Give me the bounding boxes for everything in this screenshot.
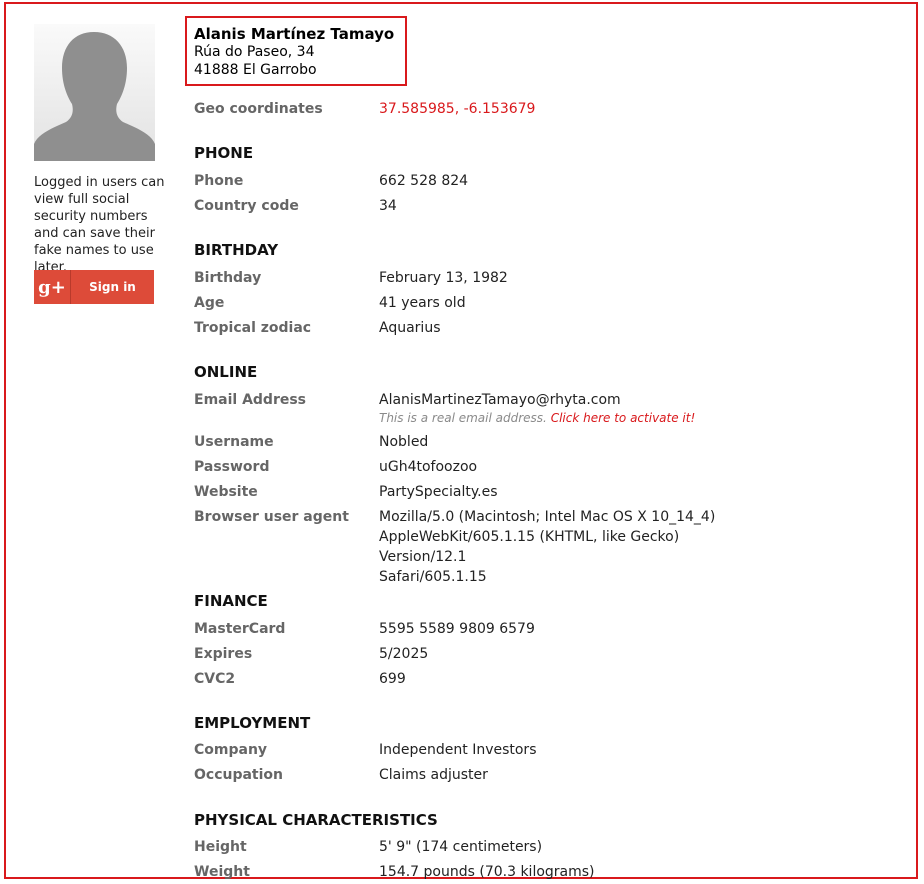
signin-label: Sign in: [89, 280, 136, 294]
age-value: 41 years old: [379, 295, 466, 311]
cvc-label: CVC2: [194, 671, 236, 687]
birthday-value: February 13, 1982: [379, 270, 508, 286]
user-agent-label: Browser user agent: [194, 509, 349, 525]
weight-value: 154.7 pounds (70.3 kilograms): [379, 864, 595, 880]
occupation-value: Claims adjuster: [379, 767, 488, 783]
username-label: Username: [194, 434, 274, 450]
email-note: This is a real email address. Click here…: [379, 411, 695, 425]
expires-value: 5/2025: [379, 646, 429, 662]
google-signin-button[interactable]: g+ Sign in: [34, 270, 154, 304]
card-value: 5595 5589 9809 6579: [379, 621, 535, 637]
employment-header: EMPLOYMENT: [194, 714, 311, 732]
height-label: Height: [194, 839, 247, 855]
expires-label: Expires: [194, 646, 253, 662]
avatar-placeholder-icon: [34, 24, 155, 161]
physical-header: PHYSICAL CHARACTERISTICS: [194, 811, 438, 829]
country-code-value: 34: [379, 198, 397, 214]
city-address: 41888 El Garrobo: [194, 62, 317, 78]
height-value: 5' 9" (174 centimeters): [379, 839, 543, 855]
country-code-label: Country code: [194, 198, 299, 214]
company-label: Company: [194, 742, 268, 758]
email-label: Email Address: [194, 392, 307, 408]
geo-label: Geo coordinates: [194, 101, 323, 117]
email-note-text: This is a real email address.: [379, 411, 547, 425]
user-agent-line: Safari/605.1.15: [379, 569, 487, 585]
password-label: Password: [194, 459, 270, 475]
zodiac-value: Aquarius: [379, 320, 441, 336]
birthday-label: Birthday: [194, 270, 262, 286]
phone-label: Phone: [194, 173, 244, 189]
username-value: Nobled: [379, 434, 429, 450]
google-plus-icon: g+: [34, 270, 71, 304]
phone-header: PHONE: [194, 144, 254, 162]
password-value: uGh4tofoozoo: [379, 459, 478, 475]
geo-value-link[interactable]: 37.585985, -6.153679: [379, 101, 535, 117]
cvc-value: 699: [379, 671, 406, 687]
user-agent-line: AppleWebKit/605.1.15 (KHTML, like Gecko)…: [379, 529, 680, 565]
street-address: Rúa do Paseo, 34: [194, 44, 315, 60]
login-note: Logged in users can view full social sec…: [34, 175, 165, 275]
email-value: AlanisMartinezTamayo@rhyta.com: [379, 392, 621, 408]
occupation-label: Occupation: [194, 767, 284, 783]
person-name: Alanis Martínez Tamayo: [194, 25, 395, 43]
finance-header: FINANCE: [194, 592, 268, 610]
website-value: PartySpecialty.es: [379, 484, 498, 500]
phone-value: 662 528 824: [379, 173, 469, 189]
card-label: MasterCard: [194, 621, 286, 637]
weight-label: Weight: [194, 864, 250, 880]
online-header: ONLINE: [194, 363, 258, 381]
activate-email-link[interactable]: Click here to activate it!: [551, 411, 696, 425]
company-value: Independent Investors: [379, 742, 537, 758]
birthday-header: BIRTHDAY: [194, 241, 279, 259]
user-agent-line: Mozilla/5.0 (Macintosh; Intel Mac OS X 1…: [379, 509, 716, 525]
website-label: Website: [194, 484, 258, 500]
user-agent-value: Mozilla/5.0 (Macintosh; Intel Mac OS X 1…: [379, 507, 759, 587]
zodiac-label: Tropical zodiac: [194, 320, 312, 336]
age-label: Age: [194, 295, 225, 311]
